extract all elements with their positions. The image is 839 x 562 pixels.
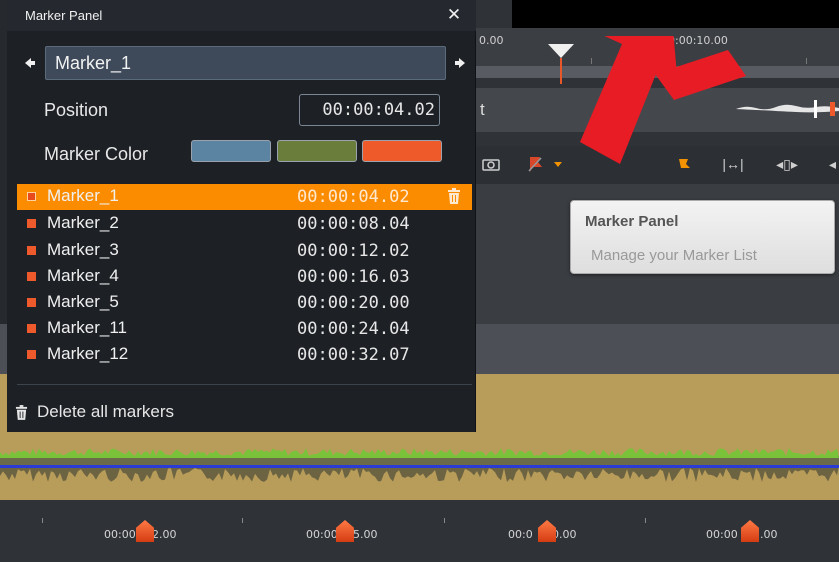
ruler-tick	[444, 518, 445, 523]
arrow-right-icon	[455, 58, 465, 68]
marker-row[interactable]: Marker_3 00:00:12.02	[17, 238, 472, 264]
marker-row[interactable]: Marker_4 00:00:16.03	[17, 264, 472, 290]
marker-name: Marker_5	[47, 292, 119, 311]
marker-name: Marker_3	[47, 240, 119, 259]
marker-panel: Marker Panel ✕ Position Marker Color Mar…	[7, 0, 476, 432]
trash-icon[interactable]	[447, 188, 461, 204]
marker-time: 00:00:32.07	[297, 345, 410, 365]
delete-all-label: Delete all markers	[37, 402, 174, 421]
tooltip-description: Manage your Marker List	[591, 247, 757, 264]
bottom-ruler-label-4a: 00:00	[706, 528, 738, 541]
bottom-ruler-label-1b: 2.00	[152, 528, 177, 541]
previous-marker-button[interactable]	[21, 52, 39, 74]
bottom-ruler-label-3a: 00:0	[508, 528, 533, 541]
top-ruler-label-1: 0.00	[479, 34, 504, 47]
preview-black-strip	[512, 0, 839, 28]
marker-time: 00:00:16.03	[297, 267, 410, 287]
split-icon[interactable]: ◂▯▸	[774, 153, 800, 175]
red-arrow-annotation	[580, 36, 746, 164]
panel-header: Marker Panel ✕	[7, 0, 476, 31]
position-label: Position	[44, 100, 109, 120]
bottom-ruler-label-4b: .00	[760, 528, 778, 541]
marker-color-dot	[27, 272, 36, 281]
delete-all-markers-button[interactable]: Delete all markers	[15, 401, 174, 423]
next-marker-button[interactable]	[451, 52, 469, 74]
color-swatch-green[interactable]	[277, 140, 357, 162]
marker-time: 00:00:08.04	[297, 214, 410, 234]
marker-color-dot	[27, 324, 36, 333]
close-icon: ✕	[446, 5, 462, 24]
color-swatch-blue[interactable]	[191, 140, 271, 162]
marker-color-dot	[27, 219, 36, 228]
marker-list: Marker_1 00:00:04.02 Marker_2 00:00:08.0…	[17, 184, 472, 384]
arrow-left-icon[interactable]: ◂	[826, 153, 839, 175]
bottom-timeline-ruler[interactable]: 00:00 2.00 00:00 5.00 00:0 0.00 00:00 .0…	[0, 500, 839, 562]
camera-icon[interactable]	[480, 153, 502, 175]
marker-row[interactable]: Marker_1 00:00:04.02	[17, 184, 472, 210]
marker-row[interactable]: Marker_5 00:00:20.00	[17, 290, 472, 316]
ruler-tick	[806, 58, 807, 64]
marker-name: Marker_4	[47, 266, 119, 285]
marker-color-dot	[27, 192, 36, 201]
marker-name: Marker_12	[47, 344, 129, 363]
color-swatch-orange[interactable]	[362, 140, 442, 162]
trash-icon	[15, 404, 28, 420]
marker-time: 00:00:12.02	[297, 241, 410, 261]
ruler-tick	[645, 518, 646, 523]
marker-color-dot	[27, 298, 36, 307]
bottom-ruler-label-2a: 00:00	[306, 528, 338, 541]
close-button[interactable]: ✕	[443, 4, 465, 26]
marker-time: 00:00:04.02	[297, 187, 410, 207]
ruler-tick	[42, 518, 43, 523]
panel-title: Marker Panel	[25, 8, 103, 23]
audio-waveform	[0, 448, 839, 482]
marker-name: Marker_11	[47, 318, 127, 337]
marker-name: Marker_2	[47, 213, 119, 232]
marker-color-label: Marker Color	[44, 144, 149, 164]
marker-name: Marker_1	[47, 186, 119, 205]
marker-row[interactable]: Marker_2 00:00:08.04	[17, 211, 472, 237]
track-header-text: t	[480, 100, 485, 119]
marker-panel-tooltip: Marker Panel Manage your Marker List	[570, 200, 835, 274]
list-divider	[17, 384, 472, 385]
marker-color-dot	[27, 350, 36, 359]
marker-color-dot	[27, 246, 36, 255]
position-input[interactable]	[299, 94, 440, 126]
bottom-ruler-label-1a: 00:00	[104, 528, 136, 541]
marker-row[interactable]: Marker_11 00:00:24.04	[17, 316, 472, 342]
marker-row[interactable]: Marker_12 00:00:32.07	[17, 342, 472, 368]
bottom-ruler-label-2b: 5.00	[353, 528, 378, 541]
ruler-tick	[242, 518, 243, 523]
marker-name-input[interactable]	[45, 46, 446, 80]
tooltip-title: Marker Panel	[585, 213, 679, 230]
marker-time: 00:00:24.04	[297, 319, 410, 339]
arrow-left-icon	[25, 58, 35, 68]
marker-time: 00:00:20.00	[297, 293, 410, 313]
